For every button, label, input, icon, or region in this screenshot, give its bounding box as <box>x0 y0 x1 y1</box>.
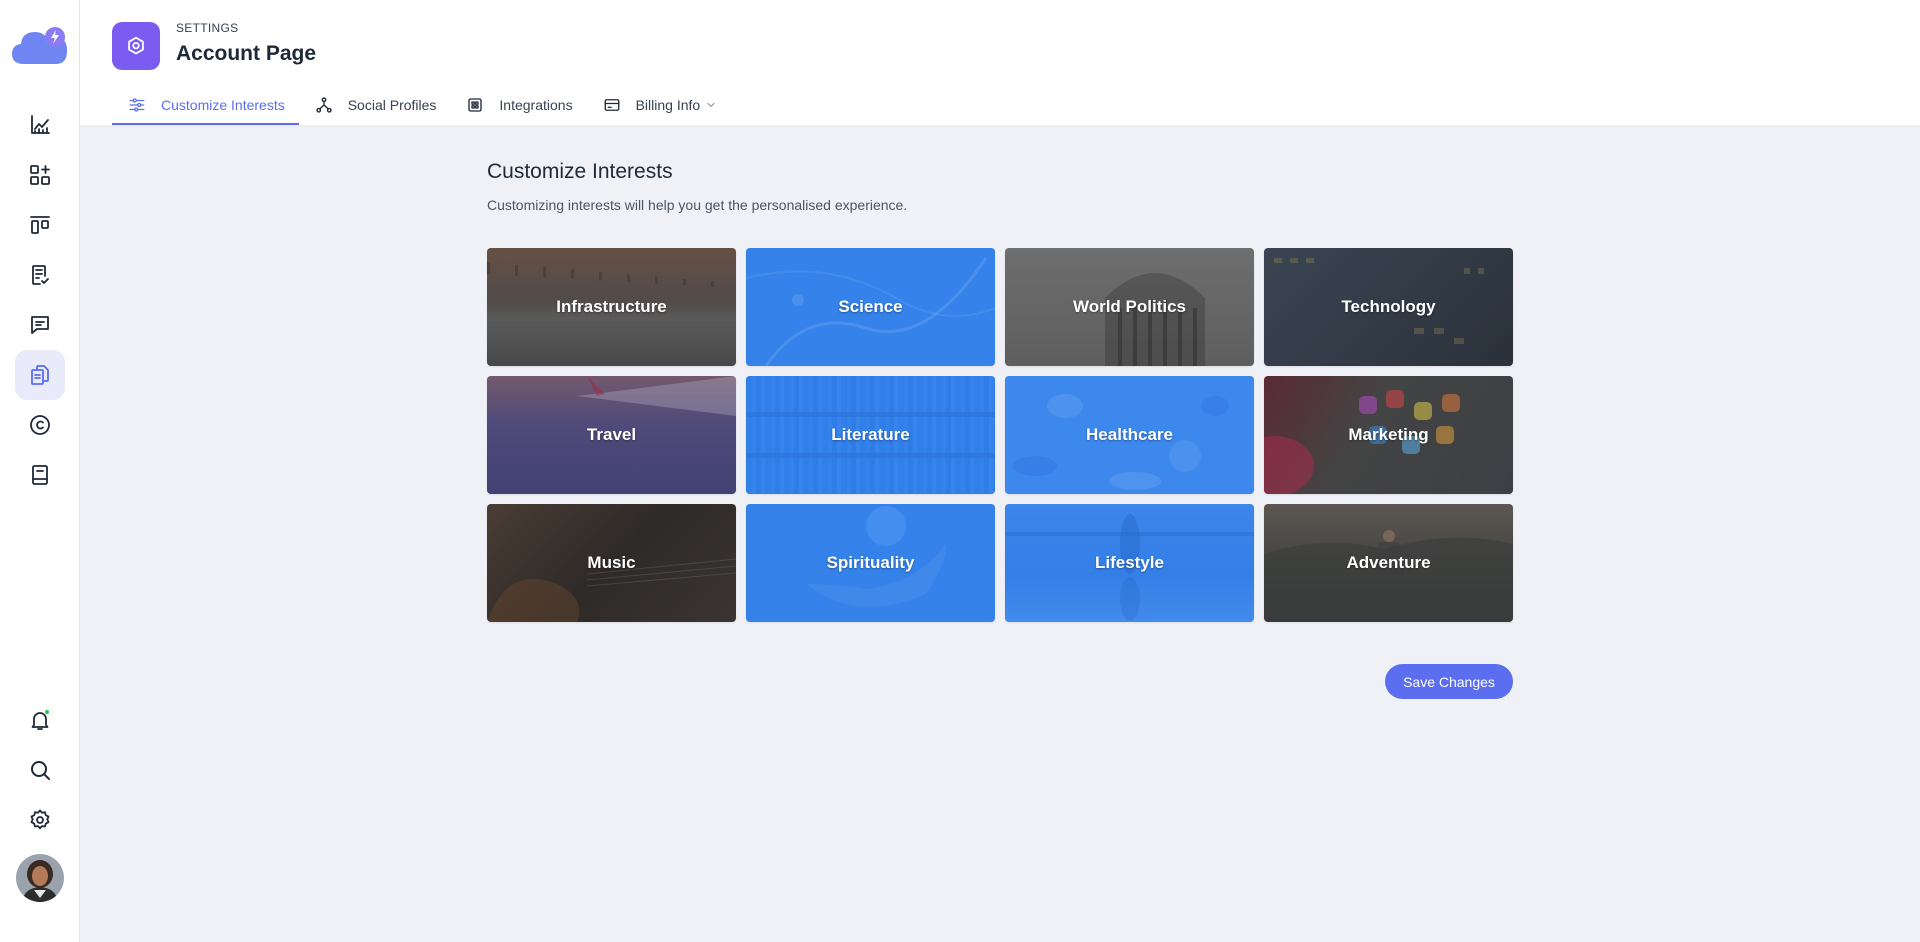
chat-icon[interactable] <box>15 300 65 350</box>
tab-label: Integrations <box>499 97 573 113</box>
tab-customize-interests[interactable]: Customize Interests <box>112 88 299 125</box>
save-changes-button[interactable]: Save Changes <box>1385 664 1513 699</box>
interest-card-science[interactable]: Science <box>746 248 995 366</box>
page-eyebrow: SETTINGS <box>176 21 239 35</box>
interest-label: Travel <box>586 425 637 444</box>
interest-label: Lifestyle <box>1095 553 1164 572</box>
page-header: SETTINGS Account Page Customize Interest… <box>80 0 1920 125</box>
interest-card-travel[interactable]: Travel <box>487 376 736 494</box>
interest-card-spirituality[interactable]: Spirituality <box>746 504 995 622</box>
bell-icon[interactable] <box>15 695 65 745</box>
integrations-icon <box>468 98 483 112</box>
interest-card-technology[interactable]: Technology <box>1264 248 1513 366</box>
tab-label: Billing Info <box>635 97 701 113</box>
tab-label: Social Profiles <box>347 97 437 113</box>
tab-bar: Customize Interests Social Profiles Inte… <box>112 88 730 125</box>
interest-card-adventure[interactable]: Adventure <box>1264 504 1513 622</box>
section-title: Customize Interests <box>487 160 673 183</box>
book-icon[interactable] <box>15 450 65 500</box>
interest-card-world-politics[interactable]: World Politics <box>1005 248 1254 366</box>
page-title: Account Page <box>176 42 317 65</box>
task-checklist-icon[interactable] <box>15 250 65 300</box>
copyright-icon[interactable] <box>15 400 65 450</box>
interest-label: Adventure <box>1346 553 1431 572</box>
interest-label: Technology <box>1341 297 1436 316</box>
interest-label: World Politics <box>1072 297 1187 316</box>
interest-label: Spirituality <box>826 553 915 572</box>
apps-add-icon[interactable] <box>15 150 65 200</box>
tab-billing-info[interactable]: Billing Info <box>587 88 731 125</box>
interest-label: Literature <box>831 425 910 444</box>
interest-card-marketing[interactable]: Marketing <box>1264 376 1513 494</box>
interest-label: Healthcare <box>1086 425 1173 444</box>
analytics-icon[interactable] <box>15 100 65 150</box>
settings-hex-icon <box>112 22 160 70</box>
interest-card-music[interactable]: Music <box>487 504 736 622</box>
tab-label: Customize Interests <box>161 97 285 113</box>
interests-grid: Infrastructure Science World Politics Te… <box>487 248 1513 622</box>
share-nodes-icon <box>316 97 332 113</box>
interest-label: Infrastructure <box>556 297 667 316</box>
avatar[interactable] <box>16 854 64 902</box>
interest-card-healthcare[interactable]: Healthcare <box>1005 376 1254 494</box>
search-icon[interactable] <box>15 745 65 795</box>
interest-label: Marketing <box>1348 425 1429 444</box>
kanban-icon[interactable] <box>15 200 65 250</box>
cloud-logo-icon[interactable] <box>10 24 70 66</box>
section-subtitle: Customizing interests will help you get … <box>487 197 908 213</box>
interest-label: Science <box>838 297 903 316</box>
gear-icon[interactable] <box>15 795 65 845</box>
sidebar <box>0 0 80 942</box>
interest-card-literature[interactable]: Literature <box>746 376 995 494</box>
interest-card-lifestyle[interactable]: Lifestyle <box>1005 504 1254 622</box>
tab-social-profiles[interactable]: Social Profiles <box>299 88 451 125</box>
interest-card-infrastructure[interactable]: Infrastructure <box>487 248 736 366</box>
credit-card-icon <box>604 99 620 111</box>
chevron-down-icon <box>707 102 715 108</box>
interest-label: Music <box>587 553 636 572</box>
tab-integrations[interactable]: Integrations <box>450 88 586 125</box>
documents-icon[interactable] <box>15 350 65 400</box>
sliders-icon <box>129 98 145 112</box>
